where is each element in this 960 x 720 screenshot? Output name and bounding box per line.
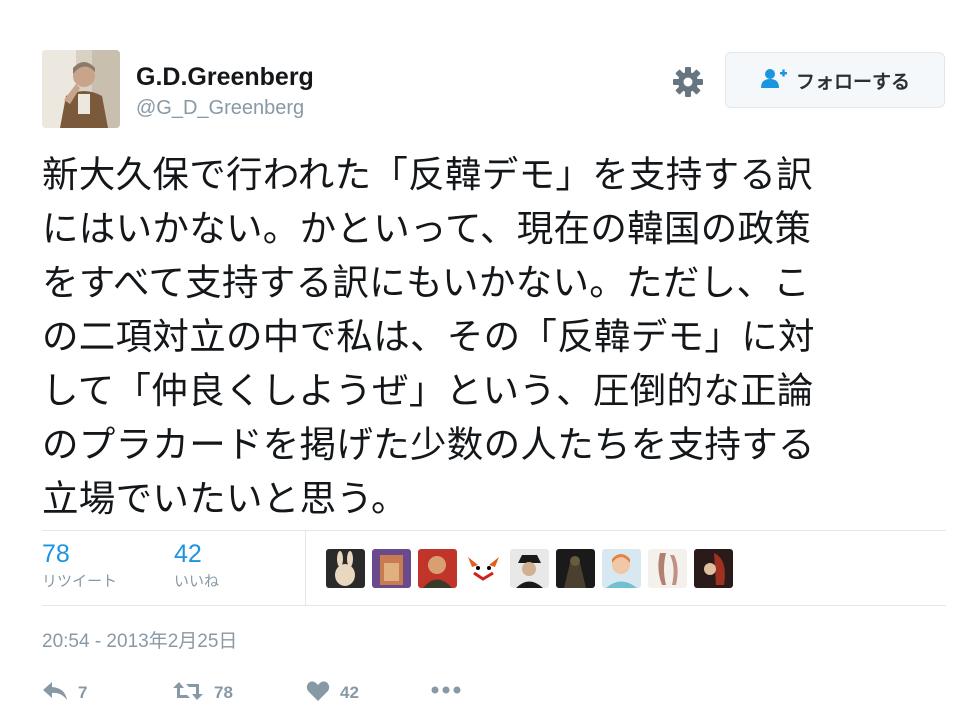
liker-avatars bbox=[326, 549, 733, 588]
liker-avatar[interactable] bbox=[648, 549, 687, 588]
liker-avatar[interactable] bbox=[418, 549, 457, 588]
more-dots-icon bbox=[430, 680, 462, 699]
tweet-line: して「仲良くしようぜ」という、圧倒的な正論 bbox=[42, 369, 814, 412]
user-avatar[interactable] bbox=[42, 50, 120, 128]
retweet-button[interactable]: 78 bbox=[172, 680, 233, 706]
tweet-line: にはいかない。かといって、現在の韓国の政策 bbox=[42, 207, 812, 250]
user-names: G.D.Greenberg @G_D_Greenberg bbox=[136, 62, 314, 122]
reply-count: 7 bbox=[78, 683, 88, 702]
follow-button-label: フォローする bbox=[795, 70, 910, 93]
tweet-header: G.D.Greenberg @G_D_Greenberg フォローする bbox=[42, 50, 946, 130]
liker-avatar[interactable] bbox=[372, 549, 411, 588]
retweet-count: 78 bbox=[214, 683, 233, 702]
likes-stat[interactable]: 42 いいね bbox=[174, 539, 219, 593]
liker-avatar[interactable] bbox=[694, 549, 733, 588]
tweet-line: 立場でいたいと思う。 bbox=[42, 477, 408, 520]
add-user-icon bbox=[760, 67, 788, 93]
follow-button[interactable]: フォローする bbox=[725, 52, 945, 108]
tweet-line: のプラカードを掲げた少数の人たちを支持する bbox=[42, 423, 815, 466]
tweet-timestamp[interactable]: 20:54 - 2013年2月25日 bbox=[42, 626, 237, 653]
retweets-label: リツイート bbox=[42, 572, 118, 590]
retweet-icon bbox=[172, 680, 204, 706]
liker-avatar[interactable] bbox=[464, 549, 503, 588]
tweet-actions: 7 78 42 bbox=[42, 680, 542, 712]
stats-divider bbox=[305, 531, 306, 606]
likes-count: 42 bbox=[174, 540, 202, 568]
tweet-stats: 78 リツイート 42 いいね bbox=[42, 530, 946, 606]
like-count: 42 bbox=[340, 683, 359, 702]
tweet-line: をすべて支持する訳にもいかない。ただし、こ bbox=[42, 261, 811, 304]
gear-icon[interactable] bbox=[670, 64, 706, 100]
display-name[interactable]: G.D.Greenberg bbox=[136, 62, 314, 92]
user-handle[interactable]: @G_D_Greenberg bbox=[136, 94, 314, 122]
more-button[interactable] bbox=[430, 680, 462, 699]
liker-avatar[interactable] bbox=[602, 549, 641, 588]
liker-avatar[interactable] bbox=[326, 549, 365, 588]
liker-avatar[interactable] bbox=[556, 549, 595, 588]
retweets-stat[interactable]: 78 リツイート bbox=[42, 539, 117, 593]
retweets-count: 78 bbox=[42, 540, 70, 568]
like-button[interactable]: 42 bbox=[306, 680, 359, 706]
reply-button[interactable]: 7 bbox=[42, 680, 87, 706]
tweet-line: の二項対立の中で私は、その「反韓デモ」に対 bbox=[42, 315, 815, 358]
reply-icon bbox=[42, 680, 68, 706]
tweet-text: 新大久保で行われた「反韓デモ」を支持する訳 にはいかない。かといって、現在の韓国… bbox=[42, 148, 942, 526]
likes-label: いいね bbox=[174, 572, 220, 590]
liker-avatar[interactable] bbox=[510, 549, 549, 588]
tweet-line: 新大久保で行われた「反韓デモ」を支持する訳 bbox=[42, 153, 813, 196]
heart-icon bbox=[306, 680, 330, 706]
